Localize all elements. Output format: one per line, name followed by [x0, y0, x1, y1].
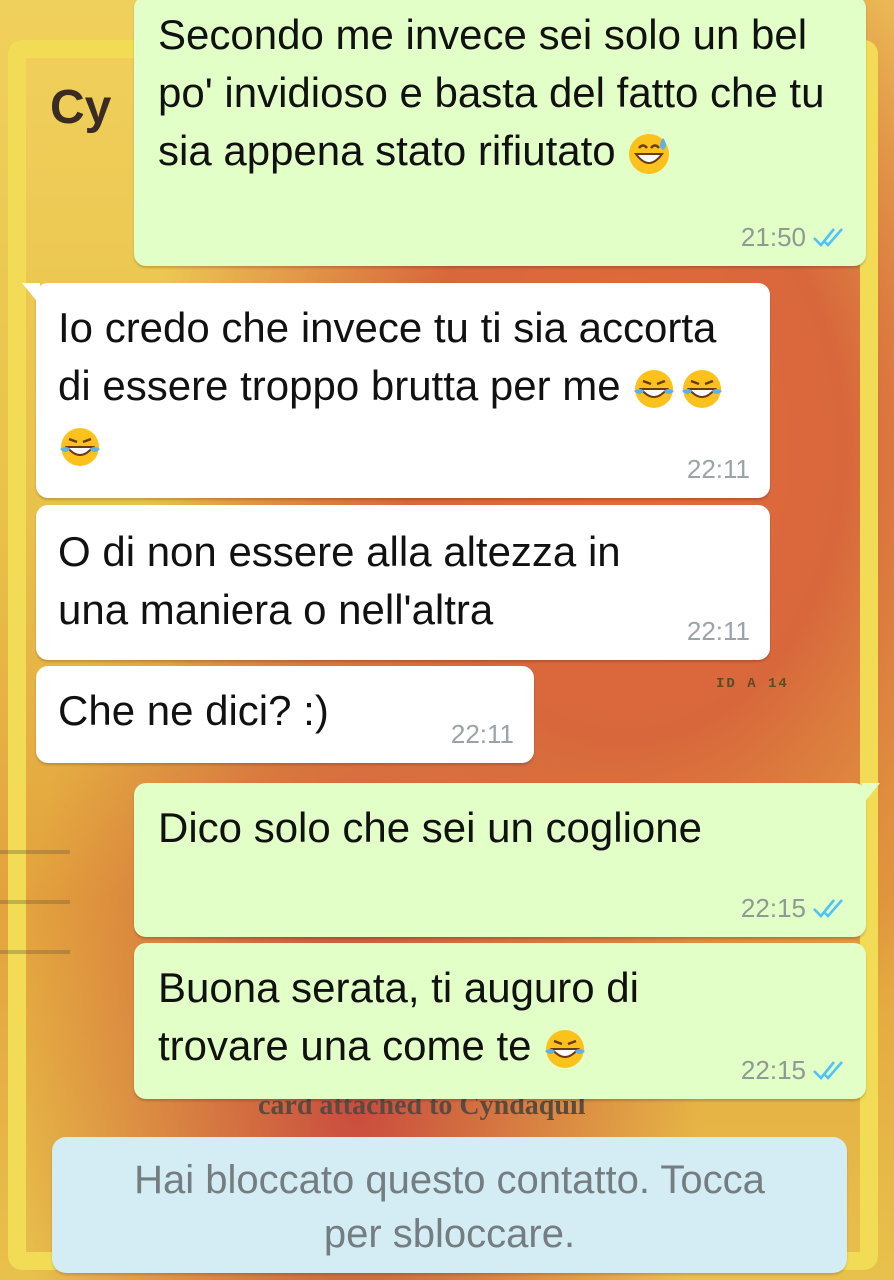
message-text: Secondo me invece sei solo un bel po' in… — [158, 11, 825, 174]
message-bubble-outgoing[interactable]: Dico solo che sei un coglione 22:15 — [134, 783, 880, 937]
tears-of-joy-emoji — [60, 427, 100, 466]
blocked-contact-notice[interactable]: Hai bloccato questo contatto. Tocca per … — [52, 1137, 847, 1273]
message-text: Io credo che invece tu ti sia accorta di… — [58, 299, 748, 473]
tears-of-joy-emoji — [682, 369, 723, 408]
message-time: 22:11 — [686, 454, 750, 484]
message-meta: 22:11 — [451, 719, 514, 749]
message-meta: 22:11 — [687, 454, 750, 484]
message-bubble-outgoing[interactable]: Secondo me invece sei solo un bel po' in… — [134, 0, 866, 266]
message-meta: 22:11 — [687, 616, 750, 646]
tears-of-joy-emoji — [545, 1029, 586, 1068]
message-time: 22:11 — [686, 616, 750, 646]
read-ticks-icon — [813, 228, 843, 247]
message-meta: 22:15 — [741, 893, 846, 923]
message-time: 21:50 — [740, 222, 806, 252]
message-bubble-outgoing[interactable]: Buona serata, ti auguro di trovare una c… — [134, 943, 866, 1099]
message-meta: 21:50 — [741, 222, 846, 252]
message-text: Buona serata, ti auguro di trovare una c… — [158, 964, 639, 1069]
blocked-notice-line1: Hai bloccato questo contatto. Tocca — [134, 1158, 765, 1202]
wallpaper-card-id: ID A 14 — [716, 676, 789, 692]
message-bubble-incoming[interactable]: O di non essere alla altezza in una mani… — [36, 505, 770, 660]
message-bubble-incoming[interactable]: Che ne dici? :) 22:11 — [36, 666, 534, 763]
tears-of-joy-emoji — [634, 369, 675, 408]
message-time: 22:15 — [740, 1055, 806, 1085]
message-text: Dico solo che sei un coglione — [158, 804, 702, 851]
blocked-notice-line2: per sbloccare. — [323, 1212, 576, 1256]
message-bubble-incoming[interactable]: Io credo che invece tu ti sia accorta di… — [22, 283, 770, 498]
read-ticks-icon — [813, 899, 843, 918]
grinning-sweat-emoji — [629, 133, 670, 174]
message-time: 22:11 — [450, 719, 514, 749]
message-text: O di non essere alla altezza in una mani… — [58, 528, 621, 633]
wallpaper-card-title: Cy — [50, 81, 112, 134]
message-meta: 22:15 — [741, 1055, 846, 1085]
message-text: Che ne dici? :) — [58, 687, 329, 734]
message-time: 22:15 — [740, 893, 806, 923]
read-ticks-icon — [813, 1061, 843, 1080]
